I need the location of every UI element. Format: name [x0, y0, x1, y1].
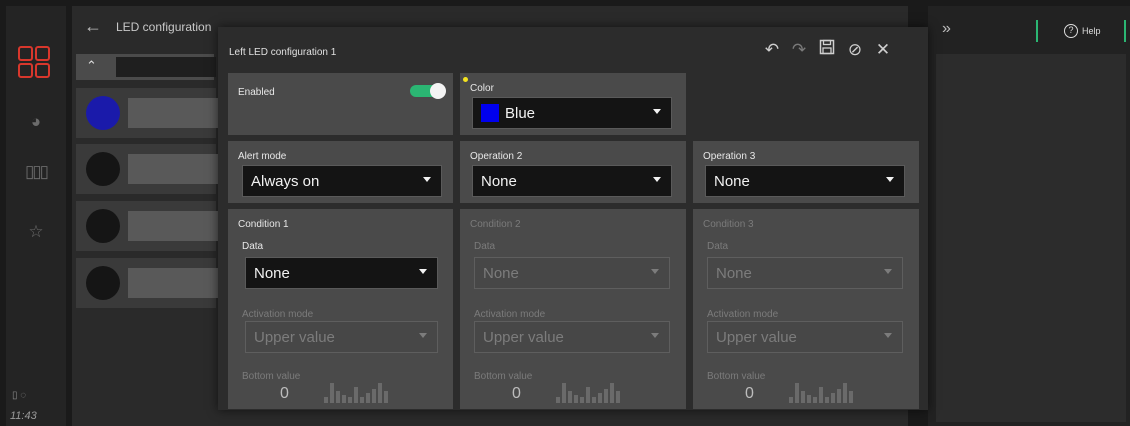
activation-value: Upper value [716, 328, 797, 346]
color-swatch [481, 104, 499, 122]
value-slider[interactable] [789, 383, 853, 403]
data-label: Data [707, 241, 729, 252]
led-row[interactable] [76, 88, 218, 138]
operation3-value: None [714, 172, 750, 190]
favorites-icon[interactable]: ☆ [24, 220, 48, 244]
bottom-value: 0 [745, 385, 754, 402]
color-value: Blue [505, 104, 536, 122]
data-label: Data [242, 241, 264, 252]
caret-down-icon [651, 333, 659, 338]
enabled-toggle[interactable] [410, 83, 446, 99]
clock: 11:43 [10, 410, 37, 422]
data-value: None [483, 264, 519, 282]
caret-down-icon [419, 333, 427, 338]
caret-down-icon [884, 333, 892, 338]
dashboard-icon[interactable]: ◕ [24, 110, 48, 134]
caret-down-icon [651, 269, 659, 274]
caret-down-icon [884, 269, 892, 274]
led-row[interactable] [76, 258, 218, 308]
right-panel: » ? Help [928, 6, 1130, 426]
undo-icon[interactable]: ↶ [761, 39, 783, 61]
condition-title: Condition 3 [703, 219, 754, 230]
alert-mode-label: Alert mode [238, 151, 287, 162]
activation-label: Activation mode [242, 309, 314, 320]
help-label: Help [1082, 26, 1101, 36]
caret-down-icon [653, 109, 661, 114]
condition3-activation-select[interactable]: Upper value [707, 321, 903, 353]
led-indicator [86, 96, 120, 130]
condition3-data-select[interactable]: None [707, 257, 903, 289]
color-select[interactable]: Blue [472, 97, 672, 129]
operation2-card: Operation 2 None [460, 141, 686, 203]
bottom-value-label: Bottom value [707, 371, 766, 382]
help-button[interactable]: ? Help [1064, 24, 1101, 38]
caret-down-icon [419, 269, 427, 274]
operation3-card: Operation 3 None [693, 141, 919, 203]
caret-down-icon [653, 177, 661, 182]
condition1-card: Condition 1 Data None Activation mode Up… [228, 209, 453, 409]
condition-title: Condition 2 [470, 219, 521, 230]
led-row[interactable] [76, 201, 218, 251]
condition-title: Condition 1 [238, 219, 289, 230]
help-icon: ? [1064, 24, 1078, 38]
alert-mode-value: Always on [251, 172, 320, 190]
activation-label: Activation mode [707, 309, 779, 320]
condition1-data-select[interactable]: None [245, 257, 438, 289]
activation-label: Activation mode [474, 309, 546, 320]
bottom-value-label: Bottom value [242, 371, 301, 382]
condition2-card: Condition 2 Data None Activation mode Up… [460, 209, 686, 409]
alert-mode-select[interactable]: Always on [242, 165, 442, 197]
close-icon[interactable]: ✕ [872, 39, 894, 61]
value-slider[interactable] [324, 383, 388, 403]
columns-icon[interactable]: ▯▯▯ [24, 160, 49, 184]
expand-panel-icon[interactable]: » [942, 20, 951, 38]
back-arrow-icon[interactable]: ← [84, 16, 102, 37]
dialog-title: Left LED configuration 1 [229, 47, 337, 58]
app-root: ◕ ▯▯▯ ☆ ▯ ◌ 11:43 ← LED configuration ⌃ [0, 0, 1130, 426]
bottom-value: 0 [512, 385, 521, 402]
condition2-data-select[interactable]: None [474, 257, 670, 289]
led-row[interactable] [76, 144, 218, 194]
data-label: Data [474, 241, 496, 252]
operation2-value: None [481, 172, 517, 190]
bottom-value: 0 [280, 385, 289, 402]
modified-indicator [463, 77, 468, 82]
disable-icon[interactable]: ⊘ [844, 39, 866, 61]
caret-down-icon [423, 177, 431, 182]
status-indicators: ▯ ◌ [12, 390, 27, 401]
condition1-activation-select[interactable]: Upper value [245, 321, 438, 353]
page-title: LED configuration [116, 20, 212, 34]
data-value: None [254, 264, 290, 282]
caret-down-icon [886, 177, 894, 182]
bottom-value-label: Bottom value [474, 371, 533, 382]
left-rail: ◕ ▯▯▯ ☆ ▯ ◌ 11:43 [6, 6, 66, 426]
color-card: Color Blue [460, 73, 686, 135]
collapse-bar[interactable]: ⌃ [76, 54, 216, 80]
value-slider[interactable] [556, 383, 620, 403]
color-label: Color [470, 83, 494, 94]
data-value: None [716, 264, 752, 282]
app-logo-icon[interactable] [18, 46, 52, 80]
enabled-label: Enabled [238, 87, 275, 98]
right-panel-body [936, 54, 1126, 422]
save-icon[interactable] [816, 39, 838, 61]
led-indicator [86, 266, 120, 300]
operation2-select[interactable]: None [472, 165, 672, 197]
chevron-up-icon[interactable]: ⌃ [86, 58, 97, 74]
condition3-card: Condition 3 Data None Activation mode Up… [693, 209, 919, 409]
activation-value: Upper value [254, 328, 335, 346]
redo-icon[interactable]: ↷ [788, 39, 810, 61]
led-indicator [86, 209, 120, 243]
activation-value: Upper value [483, 328, 564, 346]
led-config-dialog: Left LED configuration 1 ↶ ↷ ⊘ ✕ Enabled… [218, 27, 928, 410]
alert-mode-card: Alert mode Always on [228, 141, 453, 203]
operation3-select[interactable]: None [705, 165, 905, 197]
operation2-label: Operation 2 [470, 151, 523, 162]
operation3-label: Operation 3 [703, 151, 756, 162]
led-indicator [86, 152, 120, 186]
enabled-card: Enabled [228, 73, 453, 135]
condition2-activation-select[interactable]: Upper value [474, 321, 670, 353]
